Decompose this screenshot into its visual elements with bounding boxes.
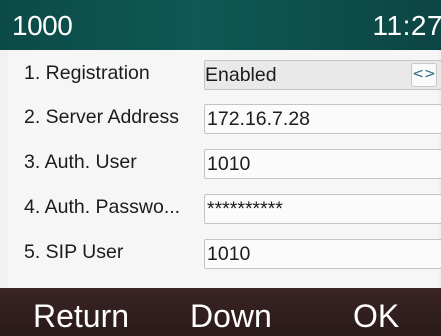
row-sip-user[interactable]: 5. SIP User 1010 xyxy=(8,237,441,277)
account-title: 1000 xyxy=(12,10,73,41)
row-auth-user[interactable]: 3. Auth. User 1010 xyxy=(8,147,441,187)
row-label: 4. Auth. Passwo... xyxy=(24,196,181,218)
sip-user-input[interactable]: 1010 xyxy=(204,239,441,269)
row-label: 3. Auth. User xyxy=(24,151,137,173)
registration-select[interactable]: Enabled <> xyxy=(204,60,441,90)
auth-password-input[interactable]: ********** xyxy=(204,194,441,224)
down-softkey[interactable]: Down xyxy=(190,296,272,336)
ok-softkey[interactable]: OK xyxy=(353,296,399,336)
row-label: 2. Server Address xyxy=(24,106,179,128)
auth-user-input[interactable]: 1010 xyxy=(204,149,441,179)
row-auth-password[interactable]: 4. Auth. Passwo... ********** xyxy=(8,192,441,232)
server-address-input[interactable]: 172.16.7.28 xyxy=(204,104,441,134)
row-registration[interactable]: 1. Registration Enabled <> xyxy=(8,58,441,98)
row-server-address[interactable]: 2. Server Address 172.16.7.28 xyxy=(8,102,441,142)
phone-screen: 1000 11:27 1. Registration Enabled <> 2.… xyxy=(0,0,441,336)
settings-list: 1. Registration Enabled <> 2. Server Add… xyxy=(8,50,441,288)
toggle-arrows-icon[interactable]: <> xyxy=(411,63,437,87)
softkey-bar: Return Down OK xyxy=(0,288,441,336)
status-bar: 1000 11:27 xyxy=(0,0,441,50)
row-label: 5. SIP User xyxy=(24,241,124,263)
registration-value: Enabled xyxy=(205,64,277,86)
clock: 11:27 xyxy=(372,10,441,41)
return-softkey[interactable]: Return xyxy=(33,296,129,336)
row-label: 1. Registration xyxy=(24,62,150,84)
